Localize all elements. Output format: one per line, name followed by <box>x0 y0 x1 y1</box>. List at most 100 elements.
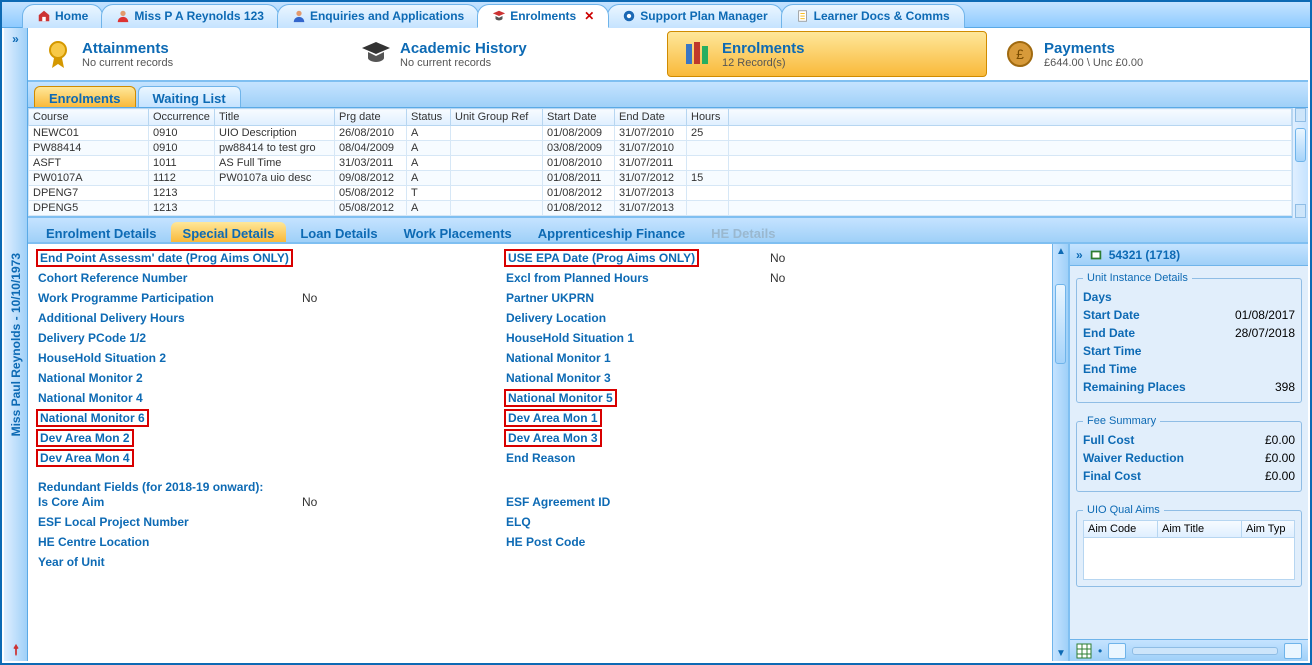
fee-legend: Fee Summary <box>1083 415 1160 427</box>
dtab-he-details: HE Details <box>699 222 787 242</box>
grid-header[interactable]: End Date <box>615 109 687 126</box>
dtab-work-placements[interactable]: Work Placements <box>392 222 524 242</box>
form-value[interactable] <box>300 310 500 326</box>
form-value[interactable] <box>768 290 908 306</box>
form-value[interactable] <box>768 330 908 346</box>
card-attainments[interactable]: Attainments No current records <box>28 28 346 80</box>
card-title: Payments <box>1044 40 1143 57</box>
dtab-loan-details[interactable]: Loan Details <box>288 222 389 242</box>
form-value[interactable] <box>768 430 908 446</box>
aims-header: Aim Code Aim Title Aim Typ <box>1083 520 1295 538</box>
table-row[interactable]: NEWC010910UIO Description26/08/2010A01/0… <box>29 126 1292 141</box>
form-value[interactable]: No <box>300 290 500 306</box>
grid-header[interactable]: Occurrence ▲ <box>149 109 215 126</box>
spreadsheet-icon[interactable] <box>1076 643 1092 659</box>
dtab-enrolment-details[interactable]: Enrolment Details <box>34 222 169 242</box>
tab-enquiries[interactable]: Enquiries and Applications <box>277 4 479 28</box>
tab-support[interactable]: Support Plan Manager <box>607 4 782 28</box>
enrolment-grid[interactable]: CourseOccurrence ▲TitlePrg dateStatusUni… <box>28 108 1292 218</box>
form-value[interactable]: No <box>300 494 500 510</box>
form-value[interactable] <box>300 534 500 550</box>
info-row: Days <box>1083 288 1295 306</box>
subtab-enrolments[interactable]: Enrolments <box>34 86 136 107</box>
table-row[interactable]: PW0107A1112PW0107a uio desc09/08/2012A01… <box>29 171 1292 186</box>
form-value[interactable] <box>768 370 908 386</box>
form-value[interactable] <box>768 310 908 326</box>
form-label: ELQ <box>504 514 764 530</box>
pin-icon[interactable] <box>9 643 23 657</box>
card-sub: No current records <box>400 57 527 69</box>
grid-scrollbar[interactable] <box>1292 108 1308 218</box>
tab-learner[interactable]: Miss P A Reynolds 123 <box>101 4 279 28</box>
form-value[interactable] <box>300 450 500 466</box>
form-value[interactable] <box>300 370 500 386</box>
form-value[interactable] <box>768 554 908 570</box>
grid-header[interactable]: Unit Group Ref <box>451 109 543 126</box>
form-label: National Monitor 4 <box>36 390 296 406</box>
subtab-waiting[interactable]: Waiting List <box>138 86 241 107</box>
grid-header[interactable]: Title <box>215 109 335 126</box>
form-scrollbar[interactable]: ▲ ▼ <box>1052 244 1068 661</box>
form-value[interactable]: No <box>768 270 908 286</box>
form-label: ESF Local Project Number <box>36 514 296 530</box>
form-value[interactable] <box>300 410 500 426</box>
form-value[interactable] <box>768 390 908 406</box>
form-label: Dev Area Mon 1 <box>504 410 764 426</box>
form-value[interactable] <box>300 270 500 286</box>
chevron-right-icon[interactable]: » <box>1076 248 1083 262</box>
table-row[interactable]: PW884140910pw88414 to test gro08/04/2009… <box>29 141 1292 156</box>
table-row[interactable]: DPENG7121305/08/2012T01/08/201231/07/201… <box>29 186 1292 201</box>
scroll-right-button[interactable] <box>1284 643 1302 659</box>
svg-text:£: £ <box>1016 46 1024 62</box>
card-title: Attainments <box>82 40 173 57</box>
chevron-right-icon[interactable]: » <box>12 32 19 46</box>
right-footer: • <box>1070 639 1308 661</box>
form-value[interactable]: No <box>768 250 908 266</box>
uid-legend: Unit Instance Details <box>1083 272 1192 284</box>
form-value[interactable] <box>768 450 908 466</box>
card-payments[interactable]: £ Payments £644.00 \ Unc £0.00 <box>990 28 1308 80</box>
form-label: HE Centre Location <box>36 534 296 550</box>
form-label <box>504 554 764 570</box>
form-label: Year of Unit <box>36 554 296 570</box>
books-icon <box>682 38 714 70</box>
form-label: HE Post Code <box>504 534 764 550</box>
table-row[interactable]: ASFT1011AS Full Time31/03/2011A01/08/201… <box>29 156 1292 171</box>
form-value[interactable] <box>300 350 500 366</box>
card-sub: No current records <box>82 57 173 69</box>
form-label: Is Core Aim <box>36 494 296 510</box>
card-enrolments[interactable]: Enrolments 12 Record(s) <box>667 31 987 77</box>
mortarboard-icon <box>360 38 392 70</box>
form-value[interactable] <box>300 330 500 346</box>
grid-header[interactable]: Start Date <box>543 109 615 126</box>
fee-summary: Fee Summary Full Cost£0.00Waiver Reducti… <box>1076 415 1302 492</box>
grid-header[interactable]: Status <box>407 109 451 126</box>
form-value[interactable] <box>300 250 500 266</box>
form-value[interactable] <box>768 514 908 530</box>
form-value[interactable] <box>300 514 500 530</box>
dtab-special-details[interactable]: Special Details <box>171 222 287 242</box>
enrolment-grid-wrap: CourseOccurrence ▲TitlePrg dateStatusUni… <box>28 108 1308 218</box>
form-value[interactable] <box>768 410 908 426</box>
form-value[interactable] <box>300 390 500 406</box>
grid-header[interactable]: Prg date <box>335 109 407 126</box>
grid-header[interactable]: Course <box>29 109 149 126</box>
tab-docs[interactable]: Learner Docs & Comms <box>781 4 965 28</box>
table-row[interactable]: DPENG5121305/08/2012A01/08/201231/07/201… <box>29 201 1292 216</box>
tab-enrolments[interactable]: Enrolments ✕ <box>477 4 609 28</box>
form-label: National Monitor 5 <box>504 390 764 406</box>
form-value[interactable] <box>768 494 908 510</box>
card-title: Academic History <box>400 40 527 57</box>
form-value[interactable] <box>300 430 500 446</box>
form-value[interactable] <box>768 534 908 550</box>
form-value[interactable] <box>768 350 908 366</box>
form-value[interactable] <box>300 554 500 570</box>
h-scrollbar[interactable] <box>1132 647 1278 655</box>
dtab-apprenticeship-finance[interactable]: Apprenticeship Finance <box>526 222 697 242</box>
card-history[interactable]: Academic History No current records <box>346 28 664 80</box>
grid-header[interactable]: Hours <box>687 109 729 126</box>
close-icon[interactable]: ✕ <box>584 9 594 23</box>
scroll-left-button[interactable] <box>1108 643 1126 659</box>
tab-label: Miss P A Reynolds 123 <box>134 9 264 23</box>
tab-home[interactable]: Home <box>22 4 103 28</box>
